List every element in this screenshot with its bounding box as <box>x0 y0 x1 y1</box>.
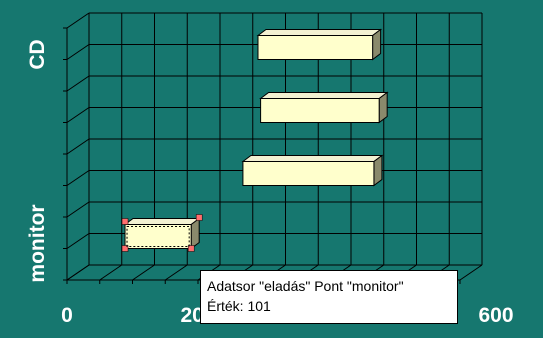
bar-face <box>257 35 374 60</box>
y-tick-label: monitor <box>26 204 49 282</box>
bar-face <box>260 98 380 123</box>
bar-side <box>378 91 388 124</box>
y-tick-label: CD <box>26 39 49 69</box>
bar-top <box>259 92 389 99</box>
bar-top <box>241 155 384 162</box>
selection-handle <box>121 218 129 225</box>
bar-CD <box>256 28 383 61</box>
bar-top <box>256 29 383 36</box>
bar-side <box>373 154 383 187</box>
bar-row-3 <box>259 91 389 124</box>
bar-face <box>124 224 192 249</box>
bar-monitor <box>121 214 203 252</box>
bar-top <box>123 218 201 225</box>
tooltip-series-point: Adatsor "eladás" Pont "monitor" <box>207 278 404 294</box>
bar-side <box>190 217 200 250</box>
x-tick-label: 600 <box>478 304 513 327</box>
bar-face <box>242 161 375 186</box>
tooltip-value: Érték: 101 <box>207 298 271 314</box>
selection-handle <box>187 245 195 252</box>
bar-row-2 <box>241 154 384 187</box>
data-point-tooltip: Adatsor "eladás" Pont "monitor" Érték: 1… <box>200 270 458 324</box>
chart-window: 0200400600monitorCD Adatsor "eladás" Pon… <box>0 0 543 338</box>
x-tick-label: 0 <box>61 304 73 327</box>
bar-side <box>372 28 382 61</box>
selection-handle <box>195 214 203 221</box>
